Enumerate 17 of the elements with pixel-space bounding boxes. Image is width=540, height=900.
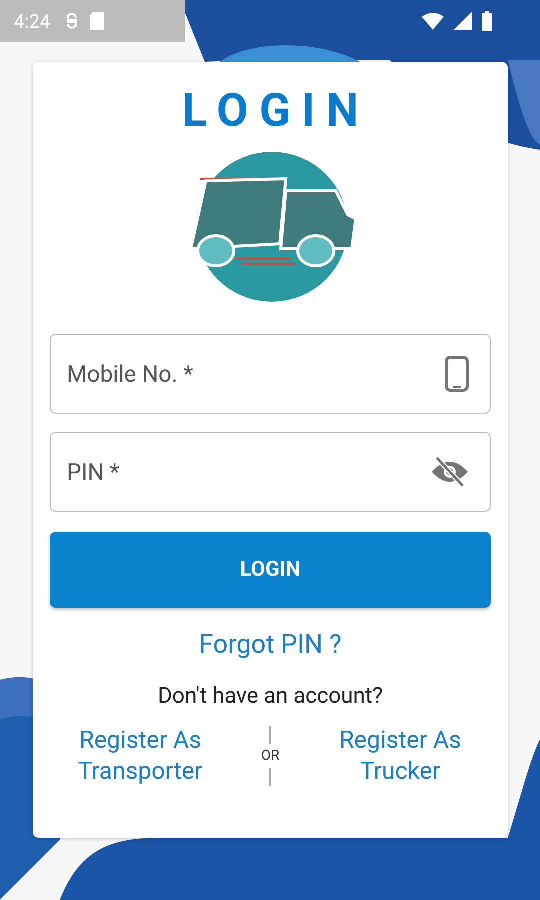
- forgot-pin-link[interactable]: Forgot PIN ?: [199, 630, 342, 660]
- sync-icon: [64, 12, 79, 30]
- register-link[interactable]: Register As Trucker: [320, 725, 480, 788]
- login-title: LOGIN: [181, 84, 370, 140]
- hidden-eye-icon[interactable]: [431, 456, 469, 488]
- sd-card-icon: [88, 12, 105, 30]
- signal-icon: [454, 12, 472, 30]
- login-button[interactable]: LOGIN: [50, 532, 491, 608]
- clock-time: 4:24: [14, 10, 51, 32]
- register-link[interactable]: Register As Transporter: [60, 725, 220, 788]
- input-field[interactable]: Mobile No. *: [50, 334, 491, 414]
- or-separator: OR: [261, 748, 280, 764]
- wifi-icon: [422, 12, 444, 30]
- phone-icon: [445, 356, 469, 392]
- input-field[interactable]: PIN *: [50, 432, 491, 512]
- battery-icon: [482, 11, 492, 31]
- account-prompt: Don't have an account?: [158, 684, 384, 710]
